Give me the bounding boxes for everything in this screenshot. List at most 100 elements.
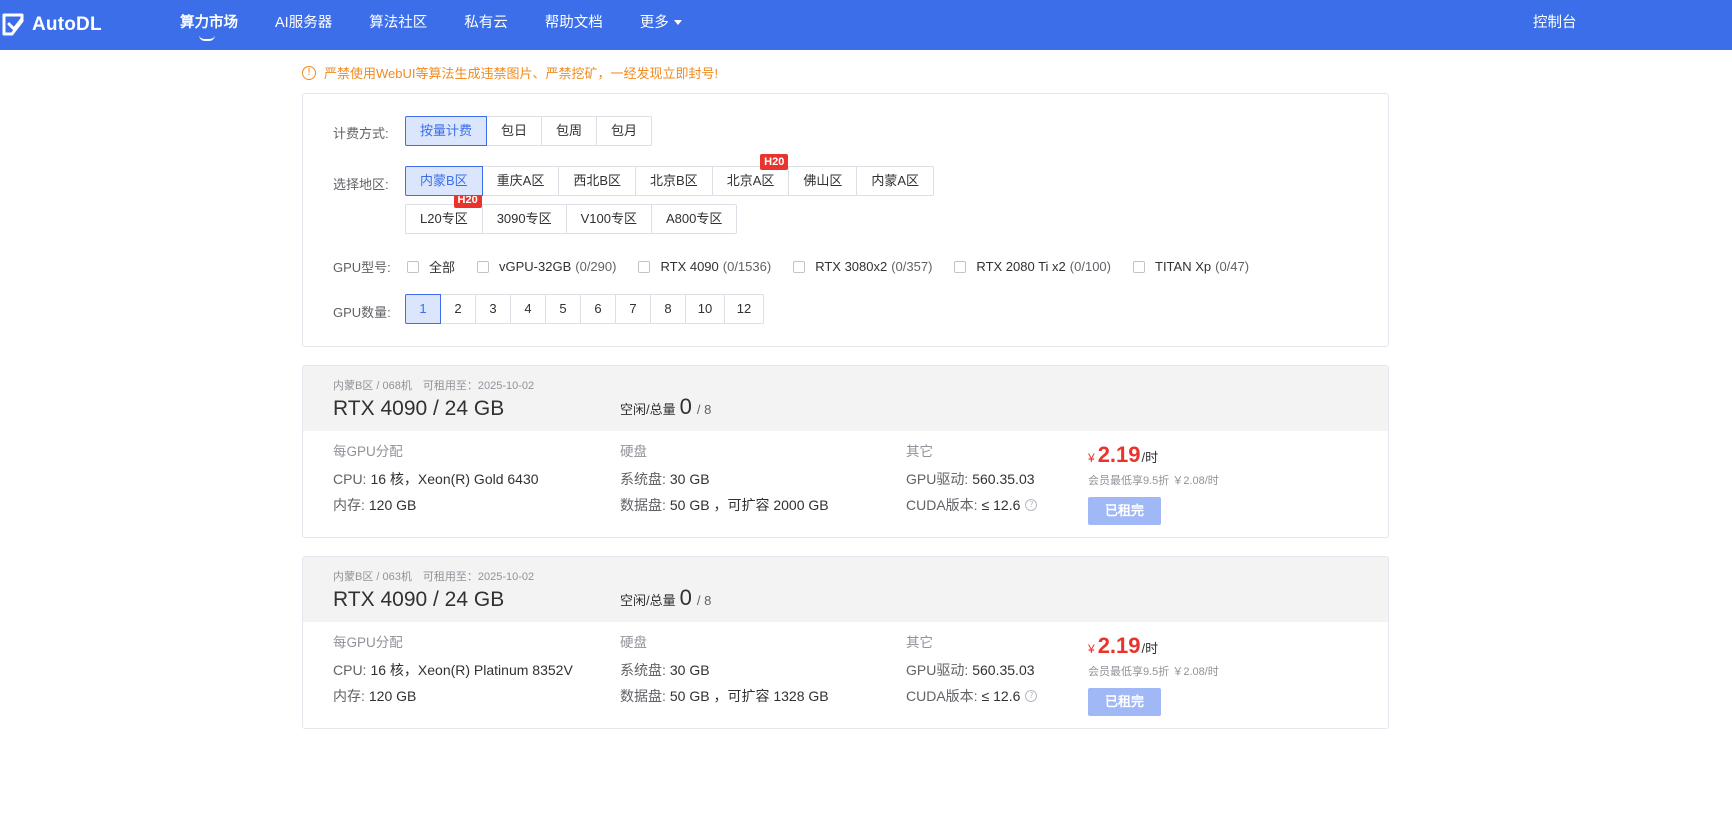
region-option-neimeng-b[interactable]: 内蒙B区 [405, 166, 483, 196]
billing-option-weekly[interactable]: 包周 [541, 116, 598, 146]
checkbox[interactable] [407, 260, 419, 273]
gpu-count-option-5[interactable]: 5 [545, 294, 581, 324]
gpu-type-rtx-2080ti-x2[interactable]: RTX 2080 Ti x2 (0/100) [954, 259, 1111, 274]
availability: 空闲/总量 0 / 8 [620, 585, 711, 611]
gpu-type-options: 全部 vGPU-32GB (0/290) RTX 4090 (0/1536) RTX… [407, 257, 1271, 276]
other-column: 其它 GPU驱动: 560.35.03 CUDA版本: ≤ 12.6? [906, 631, 1038, 705]
checkbox[interactable] [793, 260, 806, 273]
warning-icon: ! [302, 65, 316, 80]
nav-item-more[interactable]: 更多 [640, 0, 682, 50]
gpu-type-titan-xp[interactable]: TITAN Xp (0/47) [1133, 259, 1249, 274]
system-disk-row: 系统盘: 30 GB [620, 661, 829, 679]
gpu-type-vgpu-32gb[interactable]: vGPU-32GB (0/290) [477, 259, 616, 274]
gpu-count-options: 1 2 3 4 5 6 7 8 10 12 [405, 294, 764, 324]
price-box: ¥ 2.19 /时 会员最低享9.5折 ￥2.08/时 已租完 [1088, 442, 1219, 525]
member-discount: 会员最低享9.5折 ￥2.08/时 [1088, 475, 1219, 487]
checkbox[interactable] [954, 260, 967, 273]
autodl-logo[interactable]: AutoDL [0, 11, 102, 39]
nav-item-help-docs[interactable]: 帮助文档 [545, 0, 603, 50]
total-count: / 8 [696, 593, 712, 608]
machine-card: 内蒙B区 / 063机 可租用至：2025-10-02 RTX 4090 / 2… [302, 556, 1389, 729]
gpu-type-count: (0/1536) [722, 259, 772, 274]
checkbox[interactable] [1133, 260, 1145, 273]
region-option-neimeng-a[interactable]: 内蒙A区 [856, 166, 935, 196]
cpu-row: CPU: 16 核，Xeon(R) Gold 6430 [333, 470, 539, 488]
machine-title: RTX 4090 / 24 GB [333, 588, 505, 611]
billing-option-pay-as-you-go[interactable]: 按量计费 [405, 116, 488, 146]
billing-label: 计费方式: [333, 126, 389, 141]
gpu-count-option-12[interactable]: 12 [724, 294, 764, 324]
availability-label: 空闲/总量 [620, 402, 676, 417]
gpu-count-option-8[interactable]: 8 [650, 294, 686, 324]
driver-value: 560.35.03 [972, 662, 1035, 678]
nav-item-compute-market[interactable]: 算力市场 [180, 0, 238, 50]
machine-meta: 内蒙B区 / 068机 可租用至：2025-10-02 [333, 380, 535, 392]
system-disk-key: 系统盘: [620, 662, 666, 678]
billing-option-monthly[interactable]: 包月 [596, 116, 653, 146]
gpu-type-name: RTX 2080 Ti x2 [976, 259, 1066, 274]
region-option-beijing-a[interactable]: 北京A区 H20 [711, 154, 790, 196]
region-option-xibei-b[interactable]: 西北B区 [558, 166, 637, 196]
gpu-type-rtx-3080x2[interactable]: RTX 3080x2 (0/357) [793, 259, 932, 274]
checkbox[interactable] [638, 260, 651, 273]
nav-item-private-cloud[interactable]: 私有云 [464, 0, 508, 50]
data-disk-value: 50 GB ，可扩容 2000 GB [669, 497, 829, 513]
nav-item-ai-server[interactable]: AI服务器 [275, 0, 332, 50]
gpu-count-option-2[interactable]: 2 [440, 294, 476, 324]
cpu-value: 16 核，Xeon(R) Gold 6430 [370, 471, 539, 487]
gpu-count-option-1[interactable]: 1 [405, 294, 441, 324]
gpu-count-option-3[interactable]: 3 [475, 294, 511, 324]
cuda-value: ≤ 12.6 [981, 688, 1021, 704]
gpu-count-option-7[interactable]: 7 [615, 294, 651, 324]
warning-text: 严禁使用WebUI等算法生成违禁图片、严禁挖矿，一经发现立即封号! [324, 66, 719, 81]
billing-option-daily[interactable]: 包日 [486, 116, 543, 146]
data-disk-row: 数据盘: 50 GB ，可扩容 2000 GB [620, 496, 829, 514]
machine-card-header: 内蒙B区 / 063机 可租用至：2025-10-02 RTX 4090 / 2… [303, 557, 1388, 622]
gpu-count-option-10[interactable]: 10 [685, 294, 725, 324]
memory-value: 120 GB [368, 688, 417, 704]
gpu-type-all[interactable]: 全部 [407, 257, 455, 276]
price: ¥ 2.19 /时 [1088, 633, 1219, 659]
other-column: 其它 GPU驱动: 560.35.03 CUDA版本: ≤ 12.6? [906, 440, 1038, 514]
main-nav: 算力市场 AI服务器 算法社区 私有云 帮助文档 更多 [180, 0, 719, 50]
region-options-row2: L20专区 H20 3090专区 V100专区 A800专区 [405, 192, 738, 234]
sold-out-button[interactable]: 已租完 [1088, 688, 1161, 716]
checkbox[interactable] [477, 260, 490, 273]
per-gpu-heading: 每GPU分配 [333, 444, 403, 459]
system-disk-row: 系统盘: 30 GB [620, 470, 829, 488]
memory-row: 内存: 120 GB [333, 496, 539, 514]
other-heading: 其它 [906, 635, 933, 650]
console-link[interactable]: 控制台 [1533, 0, 1577, 50]
sold-out-button[interactable]: 已租完 [1088, 497, 1161, 525]
warning-banner: ! 严禁使用WebUI等算法生成违禁图片、严禁挖矿，一经发现立即封号! [302, 63, 718, 82]
region-option-chongqing-a[interactable]: 重庆A区 [481, 166, 560, 196]
gpu-type-name: TITAN Xp [1155, 259, 1212, 274]
free-count: 0 [679, 585, 692, 610]
region-option-v100[interactable]: V100专区 [565, 204, 652, 234]
top-navbar: AutoDL 算力市场 AI服务器 算法社区 私有云 帮助文档 更多 控制台 [0, 0, 1732, 50]
gpu-type-rtx-4090[interactable]: RTX 4090 (0/1536) [638, 259, 771, 274]
disk-column: 硬盘 系统盘: 30 GB 数据盘: 50 GB ，可扩容 2000 GB [620, 440, 829, 514]
cpu-key: CPU: [333, 471, 367, 487]
price-unit: /时 [1141, 641, 1159, 656]
region-option-foshan[interactable]: 佛山区 [788, 166, 858, 196]
region-option-a800[interactable]: A800专区 [651, 204, 738, 234]
total-count: / 8 [696, 402, 712, 417]
availability: 空闲/总量 0 / 8 [620, 394, 711, 420]
region-option-3090[interactable]: 3090专区 [481, 204, 567, 234]
price-value: 2.19 [1097, 633, 1141, 658]
nav-item-algorithm-community[interactable]: 算法社区 [369, 0, 427, 50]
machine-title: RTX 4090 / 24 GB [333, 397, 505, 420]
gpu-count-option-6[interactable]: 6 [580, 294, 616, 324]
free-count: 0 [679, 394, 692, 419]
gpu-count-option-4[interactable]: 4 [510, 294, 546, 324]
driver-row: GPU驱动: 560.35.03 [906, 661, 1037, 679]
help-icon[interactable]: ? [1025, 690, 1038, 702]
driver-key: GPU驱动: [906, 662, 969, 678]
region-label: 选择地区: [333, 177, 389, 192]
per-gpu-column: 每GPU分配 CPU: 16 核，Xeon(R) Gold 6430 内存: 120… [333, 440, 539, 514]
gpu-type-count: (0/290) [575, 259, 617, 274]
help-icon[interactable]: ? [1025, 499, 1038, 511]
region-option-beijing-b[interactable]: 北京B区 [635, 166, 713, 196]
region-option-l20[interactable]: L20专区 H20 [405, 192, 483, 234]
